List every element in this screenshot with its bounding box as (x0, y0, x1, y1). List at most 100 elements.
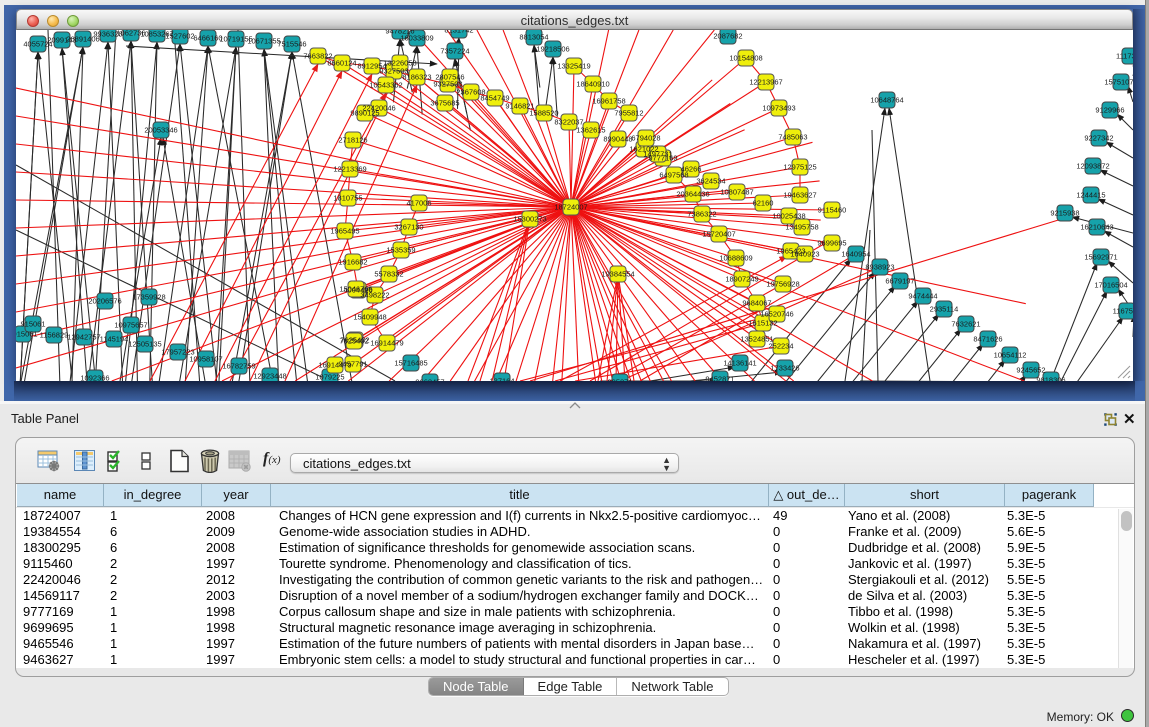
svg-text:9115460: 9115460 (818, 206, 847, 215)
svg-text:20206576: 20206576 (88, 297, 121, 306)
svg-text:18724007: 18724007 (554, 203, 587, 212)
svg-text:16033809: 16033809 (400, 34, 433, 43)
svg-text:1527602: 1527602 (165, 32, 194, 41)
svg-text:16914479: 16914479 (318, 361, 351, 370)
svg-text:7357224: 7357224 (440, 47, 469, 56)
svg-text:15692971: 15692971 (1084, 253, 1117, 262)
svg-text:15751074: 15751074 (1104, 78, 1133, 87)
svg-text:1640923: 1640923 (790, 250, 819, 259)
svg-text:9684067: 9684067 (742, 299, 771, 308)
svg-text:9474444: 9474444 (908, 292, 937, 301)
svg-text:9452871: 9452871 (705, 375, 734, 382)
svg-text:19384554: 19384554 (601, 270, 634, 279)
svg-text:1244415: 1244415 (1076, 191, 1105, 200)
svg-text:62160: 62160 (753, 199, 774, 208)
svg-text:2718126: 2718126 (338, 136, 367, 145)
svg-text:10975657: 10975657 (114, 321, 147, 330)
svg-text:1092366: 1092366 (80, 374, 109, 382)
svg-text:15409948: 15409948 (353, 313, 386, 322)
svg-text:3675685: 3675685 (430, 99, 459, 108)
svg-text:17359928: 17359928 (132, 293, 165, 302)
svg-text:16914479: 16914479 (370, 339, 403, 348)
svg-text:12213967: 12213967 (749, 78, 782, 87)
svg-text:8938923: 8938923 (865, 263, 894, 272)
svg-text:7515546: 7515546 (277, 40, 306, 49)
svg-text:1156829: 1156829 (40, 331, 69, 340)
svg-text:18640910: 18640910 (576, 80, 609, 89)
svg-text:1362615: 1362615 (576, 126, 605, 135)
svg-text:3624534: 3624534 (696, 177, 725, 186)
svg-text:3915061: 3915061 (16, 330, 38, 339)
svg-text:12923448: 12923448 (253, 372, 286, 381)
svg-text:10025438: 10025438 (772, 212, 805, 221)
svg-text:10543362: 10543362 (369, 81, 402, 90)
svg-text:7632621: 7632621 (951, 320, 980, 329)
svg-text:5578332: 5578332 (374, 270, 403, 279)
svg-text:16782759: 16782759 (222, 362, 255, 371)
svg-text:2087682: 2087682 (713, 32, 742, 41)
svg-text:7485063: 7485063 (778, 133, 807, 142)
svg-text:9890125: 9890125 (350, 109, 379, 118)
svg-text:1145194: 1145194 (100, 335, 129, 344)
svg-text:15716485: 15716485 (394, 359, 427, 368)
svg-text:1535359: 1535359 (386, 246, 415, 255)
svg-text:9818306: 9818306 (1036, 376, 1065, 382)
svg-text:20053346: 20053346 (144, 126, 177, 135)
svg-text:8660124: 8660124 (327, 59, 356, 68)
svg-text:46266: 46266 (681, 165, 702, 174)
svg-text:6679197: 6679197 (885, 277, 914, 286)
svg-text:18907249: 18907249 (725, 275, 758, 284)
svg-text:252234: 252234 (768, 342, 793, 351)
svg-text:9227342: 9227342 (1084, 134, 1113, 143)
svg-text:1916682: 1916682 (338, 258, 367, 267)
svg-text:16961758: 16961758 (592, 97, 625, 106)
svg-text:10807487: 10807487 (720, 188, 753, 197)
svg-text:12213369: 12213369 (333, 165, 366, 174)
svg-text:15720407: 15720407 (702, 230, 735, 239)
svg-text:10958107: 10958107 (189, 355, 222, 364)
svg-text:137164: 137164 (489, 377, 514, 382)
svg-text:15046766: 15046766 (339, 285, 372, 294)
svg-text:19463627: 19463627 (783, 191, 816, 200)
svg-text:12942757: 12942757 (67, 333, 100, 342)
svg-text:1079225: 1079225 (315, 373, 344, 382)
svg-text:10154808: 10154808 (729, 54, 762, 63)
svg-text:2807546: 2807546 (435, 73, 464, 82)
svg-text:1497731: 1497731 (643, 150, 672, 159)
svg-text:417006: 417006 (406, 199, 431, 208)
svg-text:1117392: 1117392 (1116, 52, 1133, 61)
svg-text:13325419: 13325419 (557, 62, 590, 71)
svg-text:8813054: 8813054 (519, 33, 548, 42)
svg-text:3267130: 3267130 (394, 223, 423, 232)
svg-text:1588520: 1588520 (529, 109, 558, 118)
svg-text:6466160: 6466160 (193, 34, 222, 43)
svg-text:9662457: 9662457 (415, 378, 444, 382)
svg-text:1615132: 1615132 (748, 319, 777, 328)
svg-text:9245652: 9245652 (1016, 366, 1045, 375)
svg-text:995271: 995271 (607, 378, 632, 382)
svg-text:8471626: 8471626 (973, 335, 1002, 344)
svg-text:8990448: 8990448 (603, 135, 632, 144)
svg-text:7955812: 7955812 (614, 109, 643, 118)
svg-text:13495758: 13495758 (785, 223, 818, 232)
svg-text:19218506: 19218506 (536, 45, 569, 54)
svg-text:1810755: 1810755 (333, 194, 362, 203)
svg-text:8131742: 8131742 (444, 30, 473, 35)
svg-text:7625402: 7625402 (339, 337, 368, 346)
svg-text:12093872: 12093872 (1076, 162, 1109, 171)
svg-text:12975125: 12975125 (783, 163, 816, 172)
svg-text:10671355: 10671355 (247, 37, 280, 46)
svg-text:10654112: 10654112 (994, 351, 1027, 360)
svg-text:16520746: 16520746 (760, 310, 793, 319)
svg-text:16210643: 16210643 (1080, 223, 1113, 232)
svg-text:20364436: 20364436 (676, 190, 709, 199)
svg-text:19756928: 19756928 (766, 280, 799, 289)
svg-text:9699695: 9699695 (817, 239, 846, 248)
svg-text:1640954: 1640954 (841, 250, 870, 259)
svg-text:9129966: 9129966 (1095, 106, 1124, 115)
svg-text:17016504: 17016504 (1094, 281, 1127, 290)
svg-text:915061: 915061 (20, 320, 45, 329)
svg-text:1167533: 1167533 (1113, 307, 1133, 316)
svg-text:10648764: 10648764 (870, 96, 903, 105)
svg-text:8186323: 8186323 (402, 73, 431, 82)
